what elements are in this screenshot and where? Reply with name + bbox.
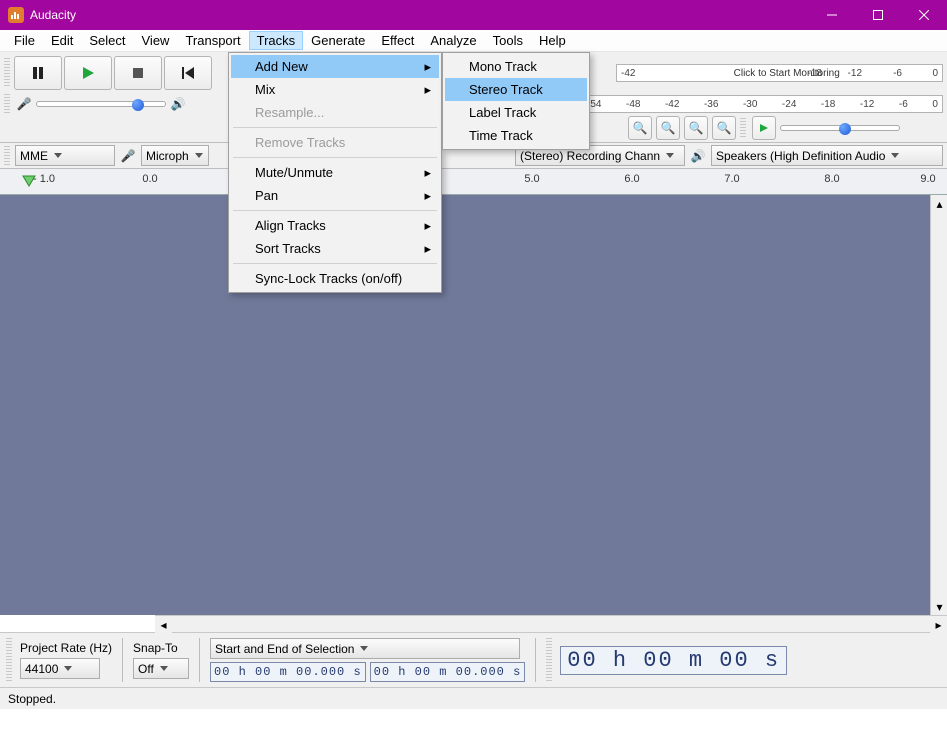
menu-bar: File Edit Select View Transport Tracks G… — [0, 30, 947, 52]
skip-start-button[interactable] — [164, 56, 212, 90]
play-button[interactable] — [64, 56, 112, 90]
menu-transport[interactable]: Transport — [177, 31, 248, 50]
submenu-time-track[interactable]: Time Track — [445, 124, 587, 147]
selection-end-time[interactable]: 00 h 00 m 00.000 s — [370, 662, 526, 682]
project-rate-label: Project Rate (Hz) — [20, 641, 112, 655]
menu-mix[interactable]: Mix▸ — [231, 78, 439, 101]
menu-help[interactable]: Help — [531, 31, 574, 50]
play-speed-slider[interactable] — [780, 125, 900, 131]
menu-resample[interactable]: Resample... — [231, 101, 439, 124]
close-button[interactable] — [901, 0, 947, 30]
speaker-icon: 🔊 — [688, 149, 708, 163]
fit-project-button[interactable]: 🔍 — [712, 116, 736, 140]
toolbar-grip[interactable] — [4, 58, 10, 88]
minimize-button[interactable] — [809, 0, 855, 30]
maximize-button[interactable] — [855, 0, 901, 30]
add-new-submenu: Mono Track Stereo Track Label Track Time… — [442, 52, 590, 150]
rec-volume-slider[interactable] — [36, 101, 166, 107]
submenu-mono-track[interactable]: Mono Track — [445, 55, 587, 78]
scroll-left-icon[interactable]: ◂ — [155, 616, 172, 633]
play-device-combo[interactable]: Speakers (High Definition Audio — [711, 145, 943, 166]
speaker-icon: 🔊 — [168, 97, 188, 111]
menu-file[interactable]: File — [6, 31, 43, 50]
zoom-in-button[interactable]: 🔍 — [628, 116, 652, 140]
playback-meter[interactable]: -54 -48 -42 -36 -30 -24 -18 -12 -6 0 — [582, 95, 943, 113]
toolbar-grip[interactable] — [4, 94, 10, 114]
toolbar-grip[interactable] — [6, 638, 12, 682]
toolbar-grip[interactable] — [4, 146, 10, 166]
audio-position-time[interactable]: 00 h 00 m 00 s — [560, 646, 787, 675]
title-bar: Audacity — [0, 0, 947, 30]
audio-host-combo[interactable]: MME — [15, 145, 115, 166]
menu-sort-tracks[interactable]: Sort Tracks▸ — [231, 237, 439, 260]
status-bar: Stopped. — [0, 687, 947, 709]
vertical-scrollbar[interactable]: ▴ ▾ — [930, 195, 947, 615]
app-icon — [8, 7, 24, 23]
menu-analyze[interactable]: Analyze — [422, 31, 484, 50]
submenu-stereo-track[interactable]: Stereo Track — [445, 78, 587, 101]
menu-generate[interactable]: Generate — [303, 31, 373, 50]
snap-to-combo[interactable]: Off — [133, 658, 189, 679]
menu-remove-tracks[interactable]: Remove Tracks — [231, 131, 439, 154]
fit-selection-button[interactable]: 🔍 — [684, 116, 708, 140]
menu-tracks[interactable]: Tracks — [249, 31, 304, 50]
stop-button[interactable] — [114, 56, 162, 90]
selection-mode-combo[interactable]: Start and End of Selection — [210, 638, 520, 659]
meter-tick: -42 — [621, 68, 635, 79]
scroll-down-icon[interactable]: ▾ — [931, 598, 947, 615]
menu-sync-lock[interactable]: Sync-Lock Tracks (on/off) — [231, 267, 439, 290]
horizontal-scrollbar[interactable]: ◂ ▸ — [155, 615, 947, 632]
toolbar-grip[interactable] — [546, 638, 552, 682]
record-meter[interactable]: -42 Click to Start Monitoring -18 -12 -6… — [616, 64, 943, 82]
track-area[interactable]: ▴ ▾ — [0, 195, 947, 615]
pause-button[interactable] — [14, 56, 62, 90]
zoom-out-button[interactable]: 🔍 — [656, 116, 680, 140]
tracks-menu-popup: Add New▸ Mix▸ Resample... Remove Tracks … — [228, 52, 442, 293]
menu-effect[interactable]: Effect — [373, 31, 422, 50]
scroll-right-icon[interactable]: ▸ — [930, 616, 947, 633]
toolbar-grip[interactable] — [740, 118, 746, 138]
play-at-speed-button[interactable] — [752, 116, 776, 140]
scroll-up-icon[interactable]: ▴ — [931, 195, 947, 212]
menu-edit[interactable]: Edit — [43, 31, 81, 50]
snap-to-label: Snap-To — [133, 641, 189, 655]
mic-icon: 🎤 — [118, 149, 138, 163]
menu-tools[interactable]: Tools — [485, 31, 531, 50]
menu-select[interactable]: Select — [81, 31, 133, 50]
menu-add-new[interactable]: Add New▸ — [231, 55, 439, 78]
window-title: Audacity — [30, 8, 809, 22]
selection-start-time[interactable]: 00 h 00 m 00.000 s — [210, 662, 366, 682]
menu-pan[interactable]: Pan▸ — [231, 184, 439, 207]
submenu-label-track[interactable]: Label Track — [445, 101, 587, 124]
status-text: Stopped. — [8, 692, 56, 706]
menu-align-tracks[interactable]: Align Tracks▸ — [231, 214, 439, 237]
menu-mute-unmute[interactable]: Mute/Unmute▸ — [231, 161, 439, 184]
timeline-ruler[interactable]: - 1.0 0.0 4.0 5.0 6.0 7.0 8.0 9.0 — [0, 169, 947, 195]
project-rate-combo[interactable]: 44100 — [20, 658, 100, 679]
rec-device-combo[interactable]: Microph — [141, 145, 209, 166]
menu-view[interactable]: View — [134, 31, 178, 50]
mic-icon: 🎤 — [14, 97, 34, 111]
